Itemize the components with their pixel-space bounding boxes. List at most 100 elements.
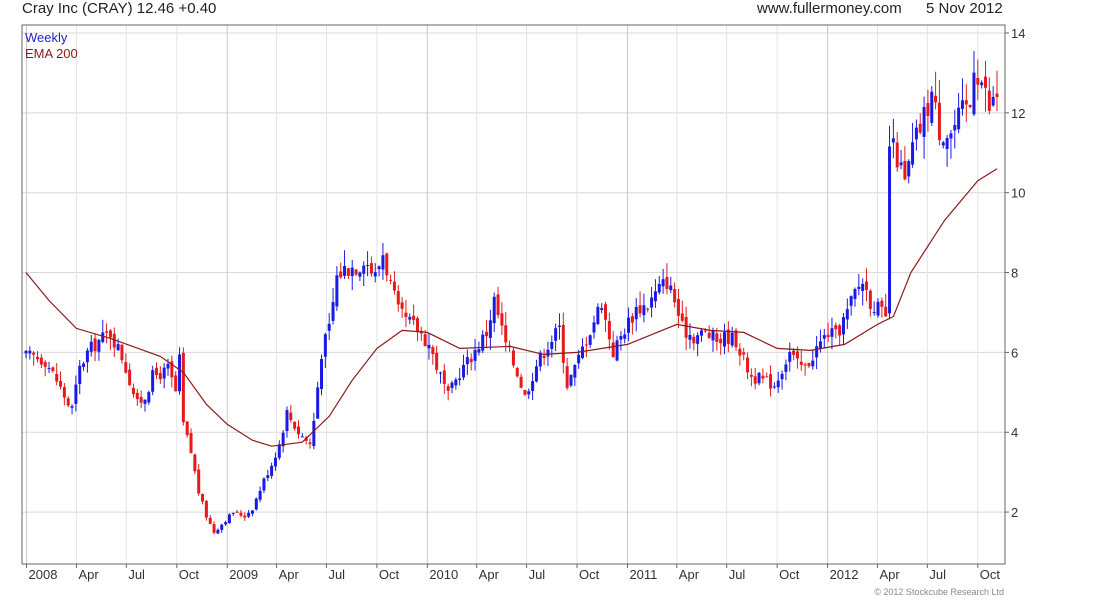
- x-tick-label: Jul: [328, 567, 345, 582]
- price-bar-body: [343, 265, 347, 276]
- price-bar-body: [911, 142, 915, 165]
- price-bar-body: [431, 347, 435, 355]
- price-bar-body: [369, 263, 373, 274]
- price-bar-body: [619, 335, 623, 340]
- price-bar-body: [983, 76, 987, 88]
- y-tick-label: 14: [1011, 26, 1025, 41]
- price-bar-body: [557, 325, 561, 328]
- y-tick-label: 10: [1011, 186, 1025, 201]
- price-bar-body: [542, 355, 546, 359]
- price-bar-body: [285, 410, 289, 432]
- price-bar-body: [930, 91, 934, 123]
- price-bar-body: [239, 512, 243, 516]
- price-bar-body: [308, 442, 312, 445]
- x-tick-label: Apr: [879, 567, 900, 582]
- x-tick-label: Oct: [579, 567, 600, 582]
- price-bar-body: [93, 338, 97, 352]
- price-bar-body: [108, 330, 112, 338]
- price-bar-body: [462, 364, 466, 378]
- price-bar-body: [534, 366, 538, 382]
- x-tick-label: 2010: [429, 567, 458, 582]
- price-bar-body: [857, 286, 861, 290]
- price-bar-body: [646, 308, 650, 310]
- price-bar-body: [907, 161, 911, 177]
- price-bar-body: [458, 378, 462, 380]
- price-bar-body: [266, 475, 270, 479]
- y-tick-label: 2: [1011, 505, 1018, 520]
- price-bar-body: [78, 365, 82, 384]
- price-bar-body: [811, 360, 815, 367]
- price-bar-body: [565, 366, 569, 388]
- y-tick-label: 12: [1011, 106, 1025, 121]
- price-bar-body: [423, 334, 427, 347]
- price-bar-body: [657, 283, 661, 293]
- price-bar-body: [178, 354, 182, 392]
- price-bar-body: [799, 361, 803, 365]
- price-bar-body: [400, 302, 404, 309]
- price-bar-body: [389, 279, 393, 281]
- price-bar-body: [346, 268, 350, 276]
- price-bar-body: [627, 317, 631, 333]
- price-bar-body: [569, 374, 573, 386]
- price-bar-body: [70, 406, 74, 408]
- price-bar-body: [197, 469, 201, 494]
- price-bar-body: [273, 457, 277, 467]
- price-bar-body: [665, 277, 669, 289]
- price-bar-body: [185, 421, 189, 436]
- price-bar-body: [385, 253, 389, 276]
- price-bar-body: [131, 387, 135, 395]
- price-bar-body: [699, 330, 703, 336]
- price-bar-body: [74, 384, 78, 404]
- price-bar-body: [55, 373, 59, 382]
- price-bar-body: [89, 341, 93, 352]
- price-bar-body: [201, 494, 205, 502]
- y-tick-label: 8: [1011, 266, 1018, 281]
- price-bar-body: [991, 96, 995, 106]
- price-bar-body: [957, 107, 961, 130]
- x-tick-label: Oct: [980, 567, 1001, 582]
- price-bar-body: [673, 289, 677, 303]
- price-bar-body: [795, 351, 799, 359]
- price-bar-body: [24, 350, 28, 354]
- price-bar-body: [818, 341, 822, 349]
- price-bar-body: [895, 142, 899, 168]
- price-bar-body: [377, 266, 381, 270]
- price-bar-body: [335, 275, 339, 307]
- price-bar-body: [496, 294, 500, 315]
- price-bar-body: [780, 373, 784, 380]
- price-bar-body: [66, 398, 70, 406]
- price-bar-body: [719, 338, 723, 344]
- price-bar-body: [949, 133, 953, 139]
- x-tick-label: Jul: [128, 567, 145, 582]
- price-bar-body: [235, 511, 239, 513]
- legend-ema: EMA 200: [25, 46, 78, 61]
- price-bar-body: [36, 356, 40, 360]
- price-bar-body: [174, 375, 178, 392]
- price-bar-body: [162, 367, 166, 379]
- price-bar-body: [926, 102, 930, 116]
- price-bar-body: [753, 376, 757, 384]
- x-tick-label: Jul: [729, 567, 746, 582]
- price-bar-body: [189, 433, 193, 453]
- price-bar-body: [412, 315, 416, 321]
- price-bar-body: [661, 279, 665, 287]
- price-bar-body: [707, 332, 711, 338]
- price-bar-body: [415, 318, 419, 332]
- price-bar-body: [922, 107, 926, 137]
- price-bar-body: [519, 376, 523, 388]
- price-bar-body: [596, 306, 600, 325]
- price-bar-body: [442, 370, 446, 384]
- price-bar-body: [546, 349, 550, 357]
- price-bar-body: [888, 146, 892, 314]
- price-bar-body: [373, 272, 377, 277]
- price-bar-body: [488, 320, 492, 338]
- price-bar-body: [688, 334, 692, 340]
- price-bar-body: [884, 306, 888, 317]
- x-tick-label: Oct: [779, 567, 800, 582]
- grid-lines: [22, 25, 1005, 564]
- price-bar-body: [316, 387, 320, 419]
- price-bar-body: [980, 82, 984, 86]
- price-bar-body: [227, 514, 231, 524]
- price-bar-body: [243, 515, 247, 518]
- price-bar-body: [826, 334, 830, 338]
